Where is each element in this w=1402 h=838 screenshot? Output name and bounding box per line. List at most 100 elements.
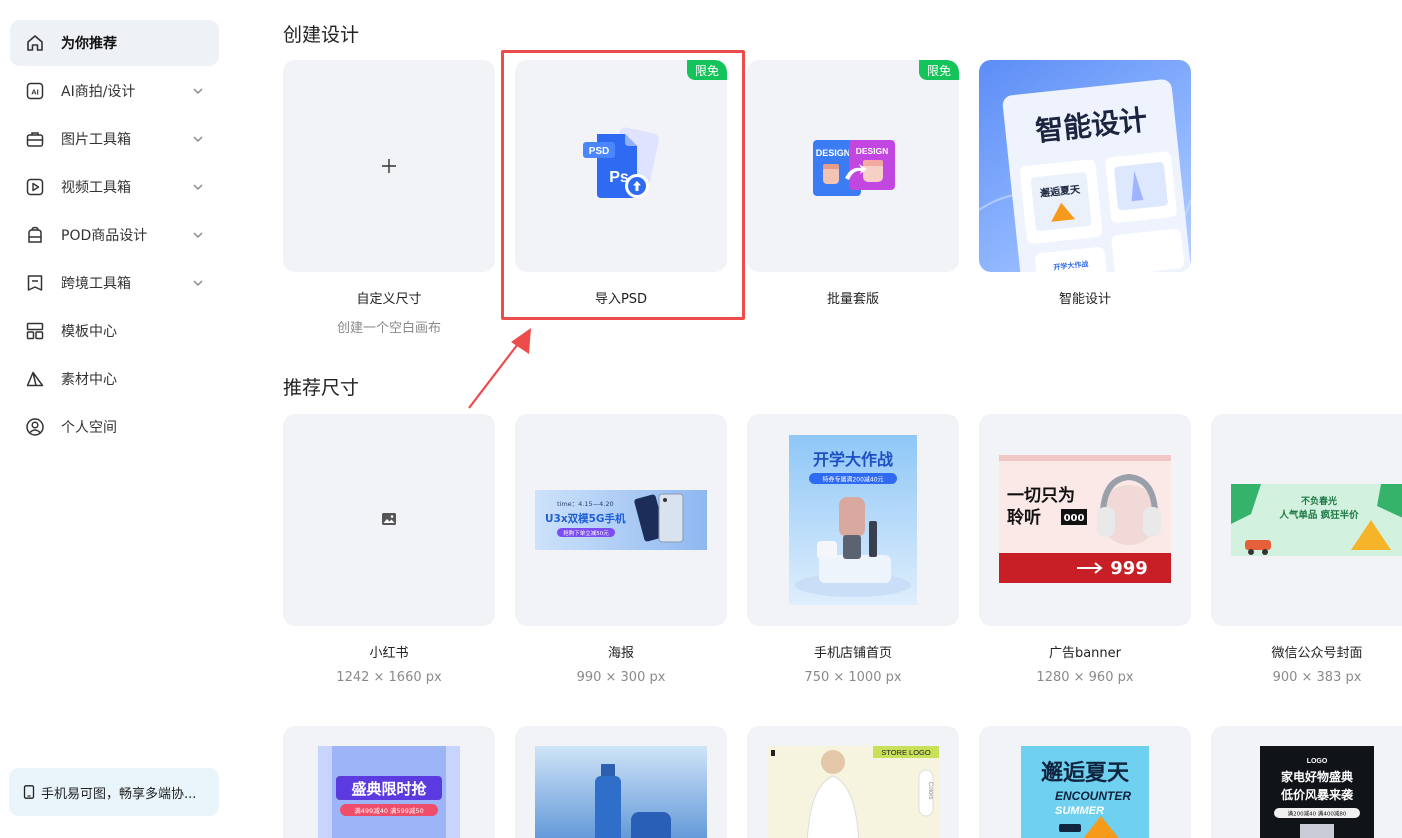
sidebar-item-label: POD商品设计 bbox=[61, 228, 148, 244]
ai-icon: AI bbox=[24, 80, 46, 102]
size-card-xiaohongshu[interactable] bbox=[283, 414, 495, 626]
create-card-import-psd[interactable]: 限免 PSD Ps bbox=[515, 60, 727, 272]
sidebar-item-crossborder[interactable]: 跨境工具箱 bbox=[10, 260, 219, 306]
summer-en-1: ENCOUNTER bbox=[1055, 789, 1131, 803]
sidebar-item-ai[interactable]: AI AI商拍/设计 bbox=[10, 68, 219, 114]
sidebar-item-label: AI商拍/设计 bbox=[61, 84, 136, 100]
shop-headline: 开学大作战 bbox=[813, 450, 893, 469]
video-icon bbox=[24, 176, 46, 198]
card-label: 智能设计 bbox=[1058, 292, 1111, 307]
free-badge: 限免 bbox=[687, 60, 727, 80]
colors-text: Colors bbox=[927, 782, 933, 799]
svg-text:AI: AI bbox=[31, 88, 39, 97]
card-label: 广告banner bbox=[1048, 646, 1122, 661]
store-logo-text: STORE LOGO bbox=[881, 748, 931, 757]
banner-line-2: 聆听 bbox=[1007, 507, 1041, 528]
banner-line-1: 一切只为 bbox=[1007, 485, 1075, 506]
smart-design-preview: 智能设计 邂逅夏天 开学大作战 bbox=[979, 79, 1191, 272]
psd-label: PSD bbox=[589, 146, 610, 157]
banner-price: 999 bbox=[1110, 558, 1148, 579]
user-icon bbox=[24, 416, 46, 438]
mobile-shop-preview: 开学大作战 特券专属满200减40元 bbox=[789, 435, 917, 605]
template-card-1[interactable]: 盛典限时抢 满499减40 满599减50 bbox=[283, 726, 495, 838]
sidebar-item-label: 个人空间 bbox=[61, 420, 117, 436]
design-label-front: DESIGN bbox=[816, 148, 851, 158]
card-size: 900 × 383 px bbox=[1272, 670, 1362, 685]
template-card-4[interactable]: 邂逅夏天 ENCOUNTER SUMMER bbox=[979, 726, 1191, 838]
poster-time: time：4.15—4.20 bbox=[557, 500, 614, 508]
poster-coupon: 抢购下单立减50元 bbox=[563, 529, 609, 537]
image-placeholder-icon bbox=[382, 513, 396, 525]
chevron-down-icon bbox=[193, 280, 203, 286]
template-preview-skincare bbox=[535, 746, 707, 838]
size-card-ad-banner[interactable]: 一切只为 聆听 000 999 bbox=[979, 414, 1191, 626]
card-label: 自定义尺寸 bbox=[356, 292, 422, 307]
template-preview-fashion: STORE LOGO Colors bbox=[767, 746, 939, 838]
crossborder-icon bbox=[24, 272, 46, 294]
template-preview-appliance: LOGO 家电好物盛典 低价风暴来袭 满200减40 满400减80 bbox=[1260, 746, 1374, 838]
appliance-line-2: 低价风暴来袭 bbox=[1280, 787, 1354, 802]
poster-preview: time：4.15—4.20 U3x双模5G手机 抢购下单立减50元 bbox=[535, 490, 707, 550]
wechat-line-1: 不负春光 bbox=[1301, 495, 1337, 507]
card-size: 990 × 300 px bbox=[576, 670, 666, 685]
template-icon bbox=[24, 320, 46, 342]
size-card-wechat-cover[interactable]: 不负春光 人气单品 疯狂半价 bbox=[1211, 414, 1402, 626]
template-card-5[interactable]: LOGO 家电好物盛典 低价风暴来袭 满200减40 满400减80 bbox=[1211, 726, 1402, 838]
sidebar-item-image-toolbox[interactable]: 图片工具箱 bbox=[10, 116, 219, 162]
phone-icon bbox=[23, 785, 35, 799]
sidebar-item-personal-space[interactable]: 个人空间 bbox=[10, 404, 219, 450]
size-card-mobile-shop[interactable]: 开学大作战 特券专属满200减40元 bbox=[747, 414, 959, 626]
create-card-smart-design[interactable]: 智能设计 邂逅夏天 开学大作战 bbox=[979, 60, 1191, 272]
sidebar-item-label: 为你推荐 bbox=[61, 36, 117, 52]
sidebar-item-pod[interactable]: POD商品设计 bbox=[10, 212, 219, 258]
sidebar-item-material-center[interactable]: 素材中心 bbox=[10, 356, 219, 402]
template-card-2[interactable] bbox=[515, 726, 727, 838]
chevron-down-icon bbox=[193, 136, 203, 142]
template-preview-summer: 邂逅夏天 ENCOUNTER SUMMER bbox=[1021, 746, 1149, 838]
appliance-logo: LOGO bbox=[1307, 758, 1328, 765]
chevron-down-icon bbox=[193, 88, 203, 94]
card-size: 1242 × 1660 px bbox=[336, 670, 442, 685]
card-label: 小红书 bbox=[369, 646, 409, 661]
sidebar-item-template-center[interactable]: 模板中心 bbox=[10, 308, 219, 354]
card-size: 1280 × 960 px bbox=[1036, 670, 1134, 685]
card-label: 批量套版 bbox=[826, 292, 879, 307]
appliance-line-1: 家电好物盛典 bbox=[1281, 769, 1353, 784]
plus-icon bbox=[382, 159, 396, 173]
poster-headline: U3x双模5G手机 bbox=[545, 512, 626, 525]
size-card-poster[interactable]: time：4.15—4.20 U3x双模5G手机 抢购下单立减50元 bbox=[515, 414, 727, 626]
shop-coupon: 特券专属满200减40元 bbox=[822, 476, 883, 484]
sidebar-item-label: 视频工具箱 bbox=[61, 180, 131, 196]
create-card-custom-size[interactable] bbox=[283, 60, 495, 272]
appliance-coupon: 满200减40 满400减80 bbox=[1288, 810, 1347, 818]
mobile-app-promo[interactable]: 手机易可图，畅享多端协... bbox=[9, 768, 219, 816]
sidebar-item-recommend[interactable]: 为你推荐 bbox=[10, 20, 219, 66]
template-card-3[interactable]: STORE LOGO Colors bbox=[747, 726, 959, 838]
section-title-create: 创建设计 bbox=[283, 24, 360, 46]
card-label: 导入PSD bbox=[594, 292, 648, 307]
create-card-batch-template[interactable]: 限免 DESIGN DESIGN bbox=[747, 60, 959, 272]
free-badge: 限免 bbox=[919, 60, 959, 80]
bag-icon bbox=[24, 224, 46, 246]
toolbox-icon bbox=[24, 128, 46, 150]
psd-file-icon: PSD Ps bbox=[583, 127, 659, 198]
sidebar-item-label: 跨境工具箱 bbox=[61, 276, 131, 292]
summer-en-2: SUMMER bbox=[1055, 805, 1104, 817]
wechat-line-2: 人气单品 疯狂半价 bbox=[1279, 509, 1359, 521]
batch-design-icon: DESIGN DESIGN bbox=[813, 140, 895, 196]
design-label-back: DESIGN bbox=[856, 146, 889, 156]
section-title-recommend: 推荐尺寸 bbox=[283, 377, 360, 399]
card-label: 海报 bbox=[607, 646, 634, 661]
wechat-cover-preview: 不负春光 人气单品 疯狂半价 bbox=[1231, 484, 1402, 556]
card-label: 手机店铺首页 bbox=[813, 646, 892, 661]
chevron-down-icon bbox=[193, 232, 203, 238]
sidebar-item-label: 素材中心 bbox=[61, 372, 117, 388]
card-size: 750 × 1000 px bbox=[804, 670, 902, 685]
promo-text: 手机易可图，畅享多端协... bbox=[41, 786, 197, 802]
summer-headline: 邂逅夏天 bbox=[1041, 760, 1130, 786]
sidebar-item-label: 模板中心 bbox=[61, 324, 117, 340]
home-icon bbox=[24, 32, 46, 54]
sale-headline: 盛典限时抢 bbox=[351, 780, 427, 798]
sale-coupon: 满499减40 满599减50 bbox=[354, 806, 423, 815]
sidebar-item-video-toolbox[interactable]: 视频工具箱 bbox=[10, 164, 219, 210]
